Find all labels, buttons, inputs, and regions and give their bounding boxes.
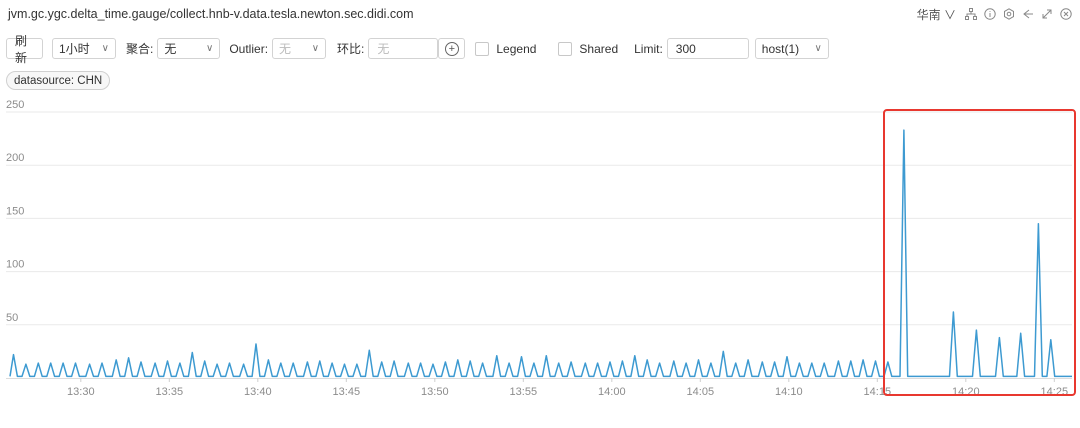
- panel-actions: 华南 ∨: [917, 6, 1072, 23]
- y-tick-label: 50: [6, 312, 18, 324]
- y-tick-label: 250: [6, 99, 24, 111]
- tree-icon[interactable]: [965, 8, 977, 20]
- host-select[interactable]: host(1) ∨: [754, 38, 829, 59]
- chevron-down-icon: ∨: [814, 43, 822, 54]
- aggregate-label: 聚合:: [126, 42, 154, 56]
- x-tick-label: 14:15: [864, 386, 892, 398]
- highlight-box: [883, 109, 1076, 396]
- limit-input[interactable]: 300: [666, 38, 749, 59]
- aggregate-select[interactable]: 无 ∨: [157, 38, 221, 59]
- y-tick-label: 100: [6, 259, 24, 271]
- x-tick-label: 13:50: [421, 386, 449, 398]
- y-axis: 50 100 150 200 250: [6, 99, 24, 324]
- y-tick-label: 150: [6, 205, 24, 217]
- panel-header: jvm.gc.ygc.delta_time.gauge/collect.hnb-…: [0, 0, 1080, 28]
- x-tick-label: 14:10: [775, 386, 803, 398]
- x-tick-label: 14:00: [598, 386, 626, 398]
- legend-checkbox[interactable]: [475, 41, 490, 56]
- grid: [6, 111, 1072, 379]
- metric-title: jvm.gc.ygc.delta_time.gauge/collect.hnb-…: [8, 7, 414, 21]
- query-toolbar: 刷 新 1小时 ∨ 聚合: 无 ∨ Outlier: 无 ∨ 环比: 无 + Lege…: [6, 34, 829, 65]
- line-chart: 50 100 150 200 250 13:30 13:35 13:40 13:45 13:50…: [6, 99, 1076, 398]
- plus-circle-icon: +: [444, 41, 459, 56]
- shared-label: Shared: [579, 41, 619, 56]
- x-tick-label: 13:55: [510, 386, 538, 398]
- info-icon[interactable]: [984, 8, 996, 20]
- chevron-down-icon: ∨: [943, 7, 956, 22]
- add-ratio-button[interactable]: +: [438, 38, 466, 59]
- ratio-input[interactable]: 无: [368, 38, 439, 59]
- outlier-value: 无: [279, 42, 292, 56]
- y-tick-label: 200: [6, 152, 24, 164]
- share-icon[interactable]: [1022, 8, 1034, 20]
- gear-icon[interactable]: [1003, 8, 1015, 20]
- ratio-label: 环比:: [337, 42, 365, 56]
- x-tick-label: 13:35: [156, 386, 184, 398]
- region-selector[interactable]: 华南 ∨: [917, 6, 956, 23]
- host-value: host(1): [761, 41, 800, 56]
- series: [9, 129, 1072, 378]
- limit-label: Limit:: [634, 41, 663, 56]
- time-range-value: 1小时: [59, 42, 90, 56]
- x-tick-label: 13:40: [244, 386, 272, 398]
- close-icon[interactable]: [1060, 8, 1072, 20]
- legend-label: Legend: [496, 41, 537, 56]
- series-line: [9, 129, 1072, 378]
- outlier-select[interactable]: 无 ∨: [272, 38, 327, 59]
- shared-checkbox[interactable]: [558, 41, 573, 56]
- chevron-down-icon: ∨: [101, 43, 109, 54]
- x-tick-label: 14:25: [1041, 386, 1069, 398]
- x-tick-label: 14:20: [952, 386, 980, 398]
- chevron-down-icon: ∨: [206, 43, 214, 54]
- refresh-button[interactable]: 刷 新: [6, 34, 43, 65]
- outlier-label: Outlier:: [229, 41, 269, 56]
- datasource-tag[interactable]: datasource: CHN: [6, 71, 111, 90]
- expand-icon[interactable]: [1041, 8, 1053, 20]
- chevron-down-icon: ∨: [311, 43, 320, 54]
- time-range-select[interactable]: 1小时 ∨: [52, 38, 116, 59]
- x-tick-label: 13:30: [67, 386, 95, 398]
- x-tick-label: 13:45: [333, 386, 361, 398]
- x-tick-label: 14:05: [687, 386, 715, 398]
- region-label: 华南: [916, 7, 941, 22]
- aggregate-value: 无: [164, 42, 177, 56]
